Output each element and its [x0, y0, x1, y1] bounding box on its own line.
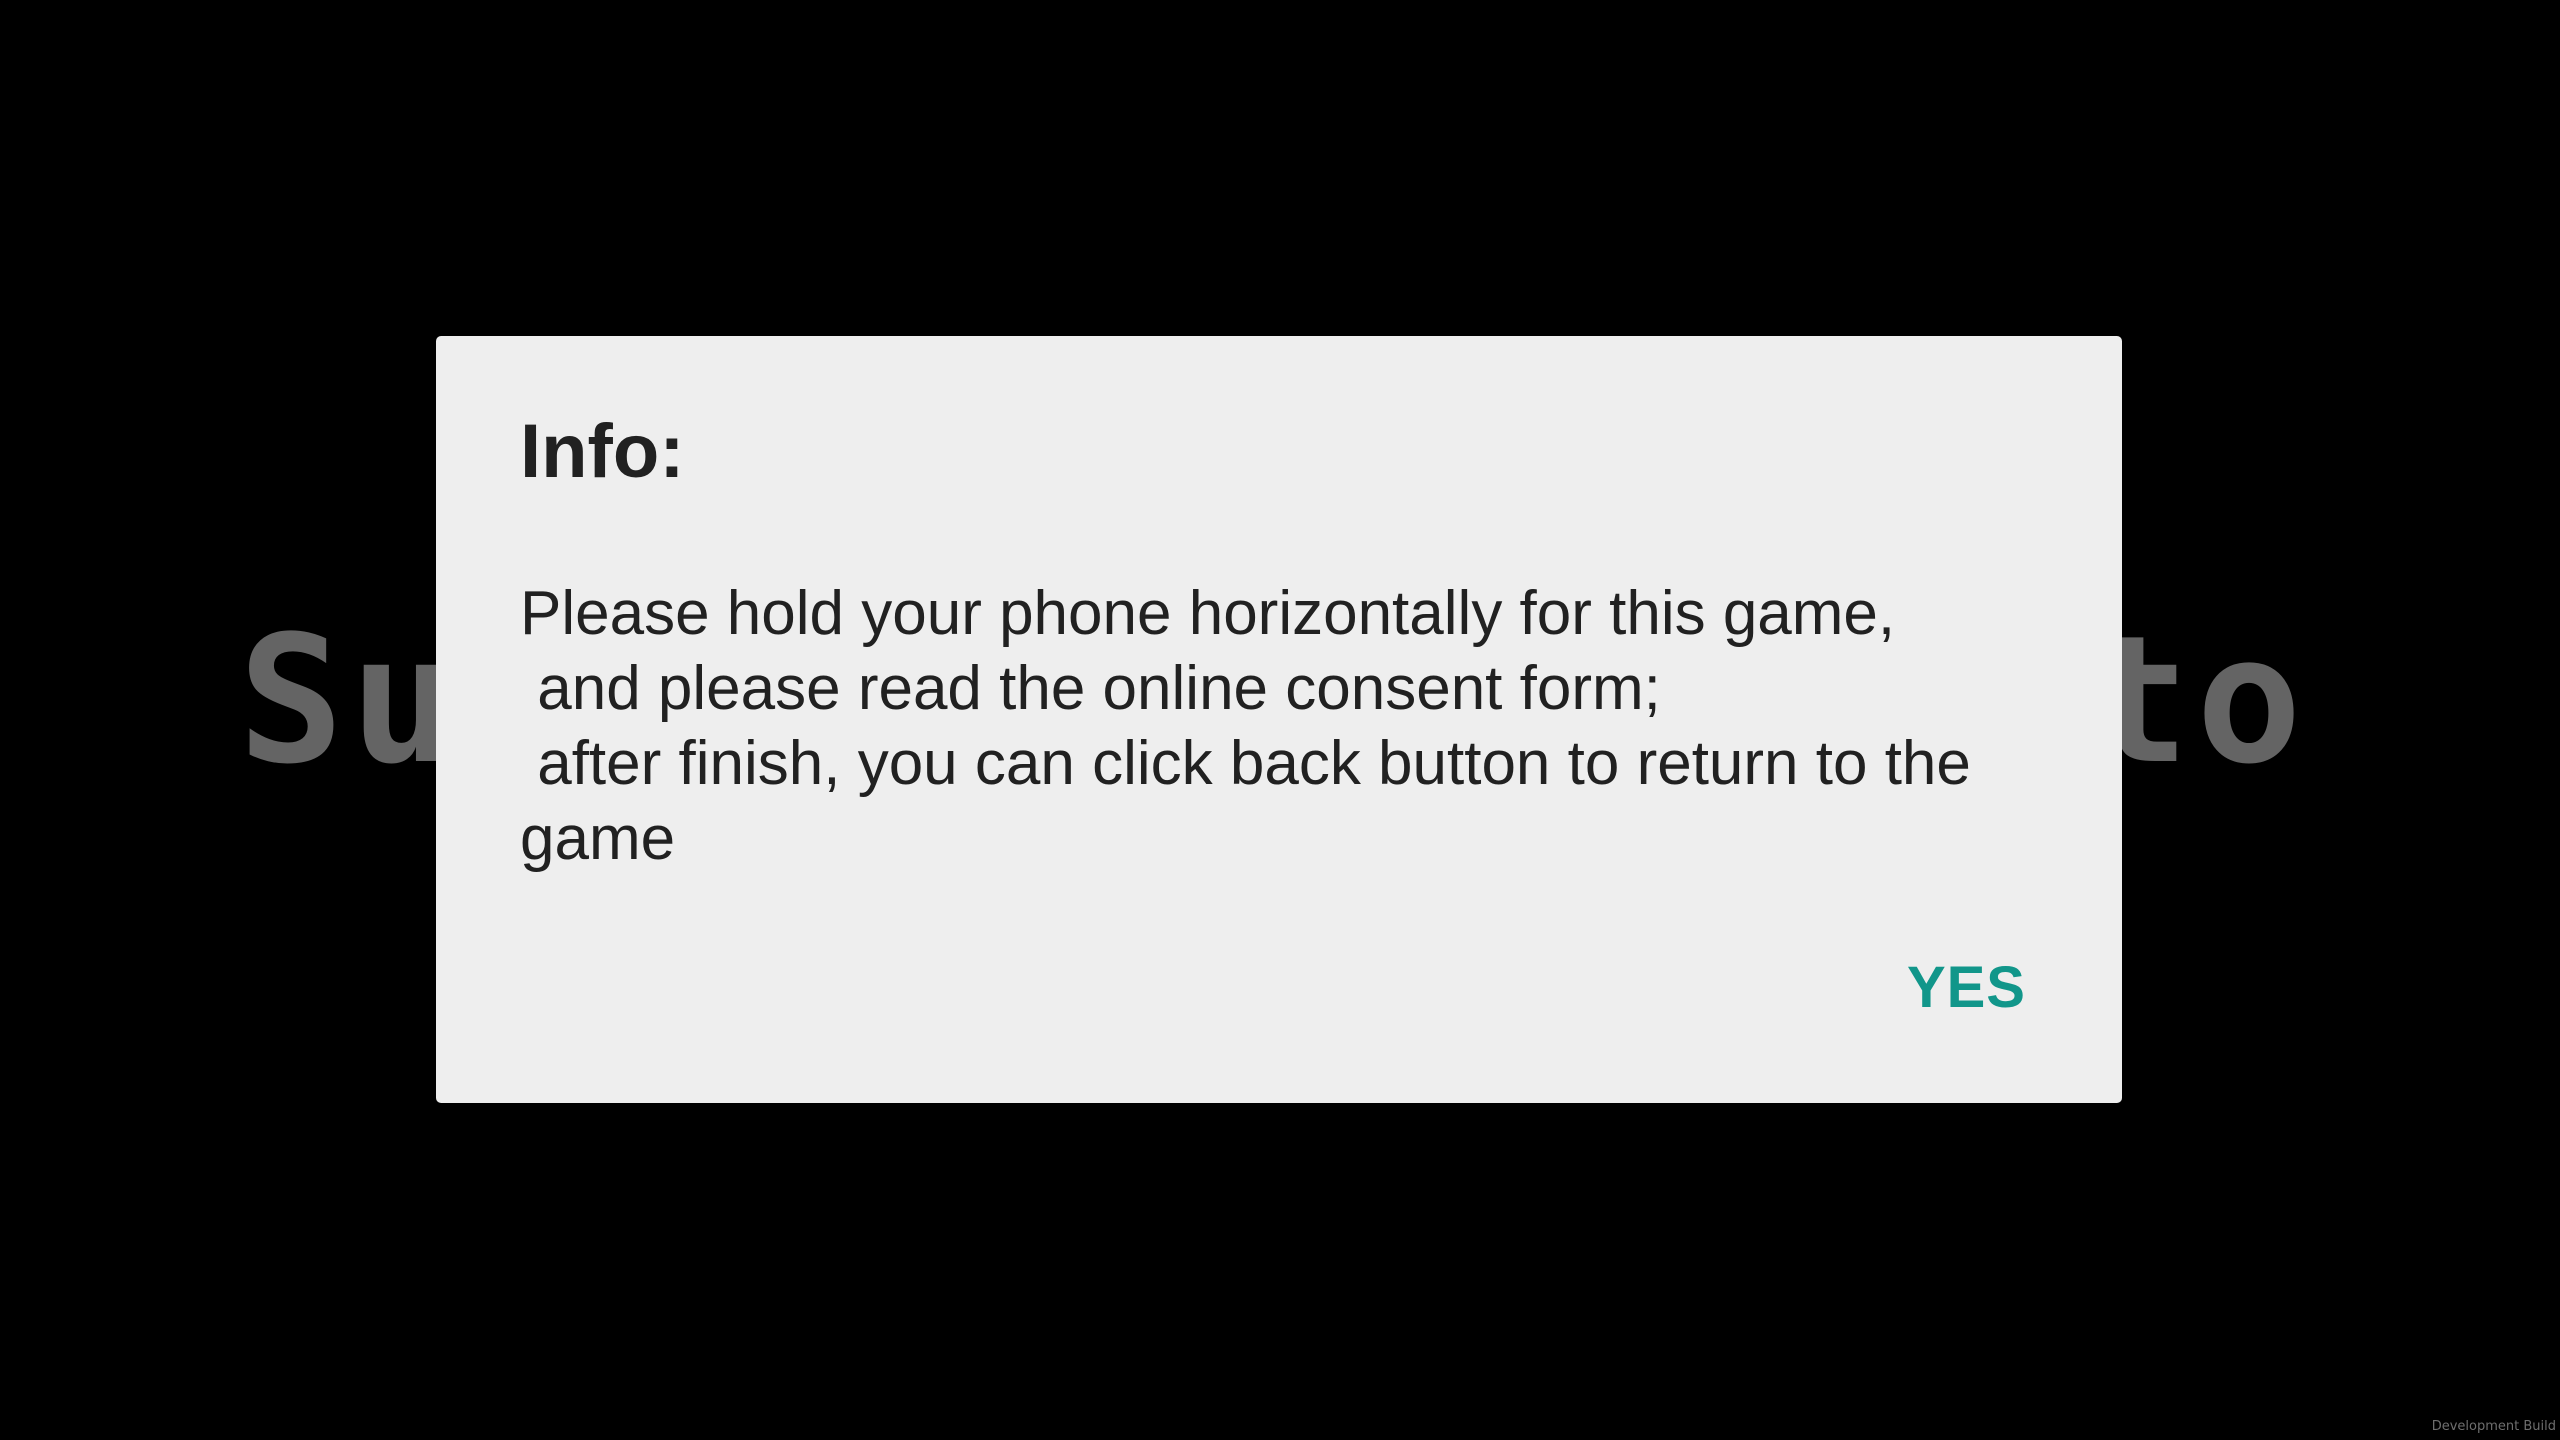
dialog-message-line: after finish, you can click back button …	[520, 729, 1971, 798]
yes-button[interactable]: YES	[1907, 954, 2026, 1022]
dialog-message-line: Please hold your phone horizontally for …	[520, 579, 1896, 648]
dialog-message: Please hold your phone horizontally for …	[520, 576, 2080, 876]
game-title-left-fragment: Su	[238, 598, 462, 803]
game-screen: Su to Info: Please hold your phone horiz…	[0, 0, 2560, 1440]
development-build-label: Development Build	[2431, 1419, 2556, 1434]
dialog-title: Info:	[520, 409, 685, 494]
dialog-message-line: game	[520, 804, 676, 873]
dialog-message-line: and please read the online consent form;	[520, 654, 1661, 723]
info-dialog: Info: Please hold your phone horizontall…	[436, 336, 2122, 1103]
